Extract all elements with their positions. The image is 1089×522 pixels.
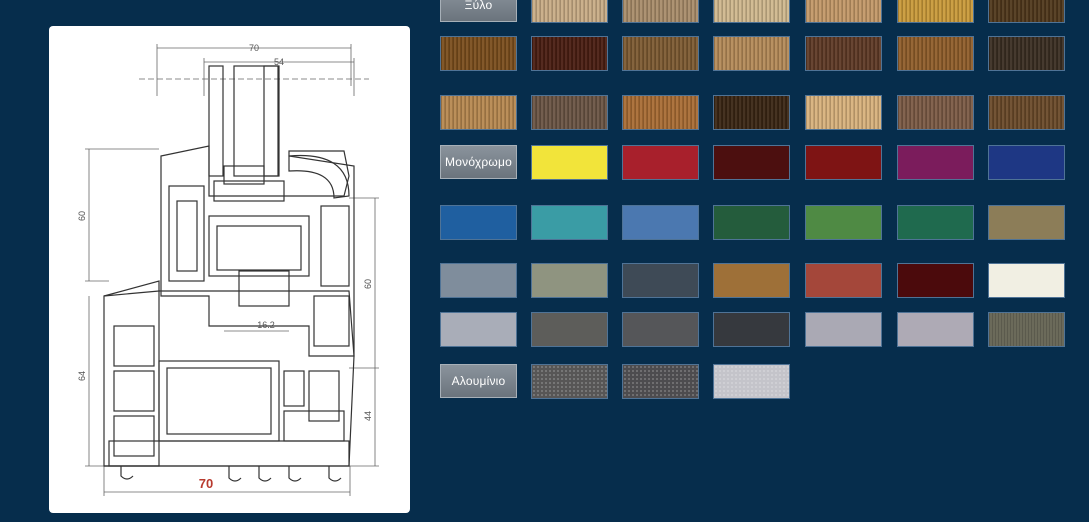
color-swatch[interactable] xyxy=(440,95,517,130)
profile-drawing-panel: 70 54 60 64 60 44 16.2 70 xyxy=(49,26,410,513)
color-swatch[interactable] xyxy=(897,312,974,347)
color-swatch[interactable] xyxy=(713,312,790,347)
dim-left-lower: 64 xyxy=(77,371,87,381)
color-swatch[interactable] xyxy=(622,312,699,347)
color-swatch[interactable] xyxy=(440,312,517,347)
dim-center: 16.2 xyxy=(257,320,275,330)
color-swatch[interactable] xyxy=(713,95,790,130)
color-swatch[interactable] xyxy=(713,0,790,23)
window-profile-drawing: 70 54 60 64 60 44 16.2 70 xyxy=(77,43,379,496)
color-swatch[interactable] xyxy=(897,263,974,298)
color-swatch[interactable] xyxy=(531,145,608,180)
color-swatch[interactable] xyxy=(440,205,517,240)
color-swatch[interactable] xyxy=(622,36,699,71)
color-swatch[interactable] xyxy=(988,312,1065,347)
color-swatch[interactable] xyxy=(531,205,608,240)
color-swatch[interactable] xyxy=(988,205,1065,240)
color-swatch[interactable] xyxy=(897,0,974,23)
color-swatch[interactable] xyxy=(805,205,882,240)
color-swatch[interactable] xyxy=(988,263,1065,298)
color-swatch[interactable] xyxy=(988,95,1065,130)
dim-top-outer: 70 xyxy=(249,43,259,53)
color-swatch[interactable] xyxy=(713,145,790,180)
category-button-mono[interactable]: Μονόχρωμο xyxy=(440,145,517,179)
category-button-alu[interactable]: Αλουμίνιο xyxy=(440,364,517,398)
color-swatch[interactable] xyxy=(531,312,608,347)
color-swatch[interactable] xyxy=(805,0,882,23)
color-swatch[interactable] xyxy=(805,312,882,347)
color-swatch[interactable] xyxy=(531,36,608,71)
color-swatch[interactable] xyxy=(622,263,699,298)
color-swatch[interactable] xyxy=(805,36,882,71)
color-swatch[interactable] xyxy=(805,263,882,298)
color-swatch[interactable] xyxy=(440,263,517,298)
dim-right-upper: 60 xyxy=(363,279,373,289)
color-swatch[interactable] xyxy=(988,0,1065,23)
dim-bottom: 70 xyxy=(199,476,213,491)
color-swatch[interactable] xyxy=(622,0,699,23)
color-swatch[interactable] xyxy=(805,95,882,130)
color-swatch[interactable] xyxy=(805,145,882,180)
category-button-wood[interactable]: Ξύλο xyxy=(440,0,517,22)
color-swatch[interactable] xyxy=(897,95,974,130)
color-swatch[interactable] xyxy=(988,36,1065,71)
color-swatch[interactable] xyxy=(531,95,608,130)
color-swatch[interactable] xyxy=(988,145,1065,180)
color-swatch[interactable] xyxy=(531,0,608,23)
color-swatch[interactable] xyxy=(713,205,790,240)
color-swatch[interactable] xyxy=(713,263,790,298)
color-swatch[interactable] xyxy=(440,36,517,71)
color-swatch[interactable] xyxy=(622,364,699,399)
dim-top-inner: 54 xyxy=(274,57,284,67)
color-swatch[interactable] xyxy=(531,263,608,298)
color-swatch[interactable] xyxy=(622,145,699,180)
color-swatch[interactable] xyxy=(713,36,790,71)
color-swatch[interactable] xyxy=(531,364,608,399)
color-swatch[interactable] xyxy=(622,95,699,130)
dim-right-lower: 44 xyxy=(363,411,373,421)
color-swatch[interactable] xyxy=(897,36,974,71)
dim-left-upper: 60 xyxy=(77,211,87,221)
color-swatch[interactable] xyxy=(897,145,974,180)
color-swatch[interactable] xyxy=(713,364,790,399)
color-swatch[interactable] xyxy=(622,205,699,240)
color-swatch[interactable] xyxy=(897,205,974,240)
